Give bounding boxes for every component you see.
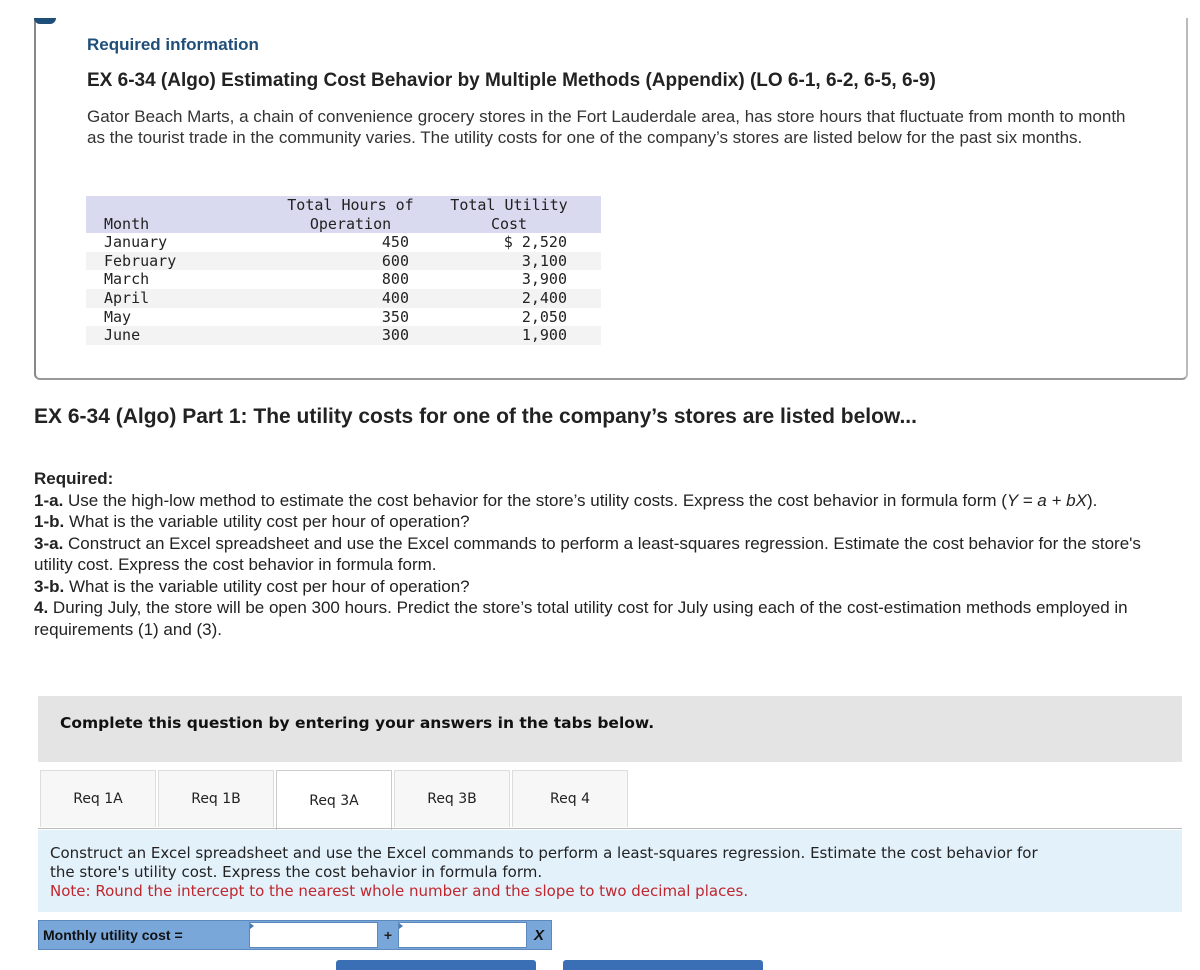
- cell-month: June: [86, 326, 284, 345]
- cell-hours: 350: [381, 307, 409, 326]
- required-item-formula: Y = a + bX: [1006, 490, 1087, 510]
- header-cost-line2: Cost: [490, 214, 528, 233]
- header-hours-line1: Total Hours of: [287, 196, 414, 214]
- header-month: Month: [86, 196, 284, 234]
- cell-month: January: [104, 233, 168, 252]
- cell-cost: $ 2,520: [503, 233, 567, 252]
- required-item-text: Use the high-low method to estimate the …: [63, 490, 1007, 510]
- exercise-title: EX 6-34 (Algo) Estimating Cost Behavior …: [87, 70, 936, 91]
- prev-tab-button[interactable]: [336, 960, 536, 970]
- required-item-text: ).: [1086, 490, 1098, 510]
- complete-prompt-text: Complete this question by entering your …: [60, 714, 655, 732]
- table-row: May 350 2,050: [86, 308, 601, 327]
- tab-req-1a[interactable]: Req 1A: [40, 770, 156, 827]
- required-item-text: What is the variable utility cost per ho…: [64, 576, 470, 596]
- header-cost-line1: Total Utility: [450, 196, 568, 214]
- header-cost: Total Utility Cost: [417, 196, 601, 234]
- header-hours-line2: Operation: [309, 214, 392, 233]
- required-item-label: 4.: [34, 598, 49, 617]
- complete-prompt-bar: Complete this question by entering your …: [38, 696, 1182, 762]
- tab-divider: [38, 828, 1182, 829]
- table-row: June 300 1,900: [86, 326, 601, 345]
- cell-hours: 450: [381, 233, 409, 252]
- slope-input[interactable]: [398, 922, 527, 948]
- formula-row: Monthly utility cost = + X: [38, 920, 552, 950]
- instructions-panel: Construct an Excel spreadsheet and use t…: [38, 830, 1182, 912]
- tab-req-1b[interactable]: Req 1B: [158, 770, 274, 827]
- variable-x-label: X: [533, 926, 544, 944]
- part-title: EX 6-34 (Algo) Part 1: The utility costs…: [34, 405, 917, 428]
- next-tab-button[interactable]: [563, 960, 763, 970]
- cell-hours: 600: [284, 251, 417, 271]
- instructions-note: Note: Round the intercept to the nearest…: [50, 882, 749, 900]
- required-item: 3-a. Construct an Excel spreadsheet and …: [34, 533, 1184, 576]
- tab-req-3b[interactable]: Req 3B: [394, 770, 510, 827]
- cell-hours: 300: [284, 326, 417, 345]
- utility-cost-table: Month Total Hours of Operation Total Util…: [86, 196, 601, 345]
- cell-month: April: [86, 288, 284, 308]
- cell-cost: 3,100: [417, 251, 601, 271]
- required-item-label: 1-b.: [34, 512, 65, 531]
- cell-cost: 1,900: [417, 326, 601, 345]
- intercept-input[interactable]: [249, 922, 378, 948]
- cell-hours: 800: [381, 270, 409, 289]
- table-header-row: Month Total Hours of Operation Total Util…: [86, 196, 601, 234]
- cell-month: March: [104, 270, 150, 289]
- required-item: 1-b. What is the variable utility cost p…: [34, 511, 1184, 533]
- instructions-body: Construct an Excel spreadsheet and use t…: [50, 844, 1038, 881]
- cell-hours: 400: [284, 288, 417, 308]
- requirement-tabs: Req 1A Req 1B Req 3A Req 3B Req 4: [40, 770, 630, 831]
- required-item-label: 1-a.: [34, 490, 64, 510]
- table-row: February 600 3,100: [86, 251, 601, 271]
- intro-paragraph: Gator Beach Marts, a chain of convenienc…: [87, 107, 1126, 147]
- required-item: 3-b. What is the variable utility cost p…: [34, 576, 1184, 598]
- table-row: January 450 $ 2,520: [86, 233, 601, 252]
- table-row: April 400 2,400: [86, 288, 601, 308]
- required-item: 4. During July, the store will be open 3…: [34, 597, 1184, 640]
- formula-label: Monthly utility cost =: [43, 927, 183, 943]
- cell-cost: 2,400: [417, 288, 601, 308]
- cell-month: February: [86, 251, 284, 271]
- panel-marker-icon: [34, 18, 56, 24]
- required-item-text: During July, the store will be open 300 …: [34, 598, 1128, 639]
- header-hours: Total Hours of Operation: [284, 196, 417, 234]
- cell-cost: 2,050: [521, 307, 567, 326]
- required-info-label: Required information: [87, 35, 259, 54]
- required-item-text: Construct an Excel spreadsheet and use t…: [34, 533, 1141, 575]
- instructions-text: Construct an Excel spreadsheet and use t…: [50, 844, 1050, 901]
- required-item-label: 3-a.: [34, 533, 64, 553]
- required-section: Required: 1-a. Use the high-low method t…: [34, 468, 1184, 640]
- required-item-text: What is the variable utility cost per ho…: [64, 512, 470, 531]
- required-item-label: 3-b.: [34, 576, 65, 596]
- required-item: 1-a. Use the high-low method to estimate…: [34, 490, 1184, 512]
- plus-sign: +: [383, 927, 393, 943]
- tab-req-3a[interactable]: Req 3A: [276, 770, 392, 831]
- cell-month: May: [104, 307, 132, 326]
- tab-req-4[interactable]: Req 4: [512, 770, 628, 827]
- cell-cost: 3,900: [521, 270, 567, 289]
- table-row: March 800 3,900: [86, 270, 601, 289]
- required-heading: Required:: [34, 469, 114, 488]
